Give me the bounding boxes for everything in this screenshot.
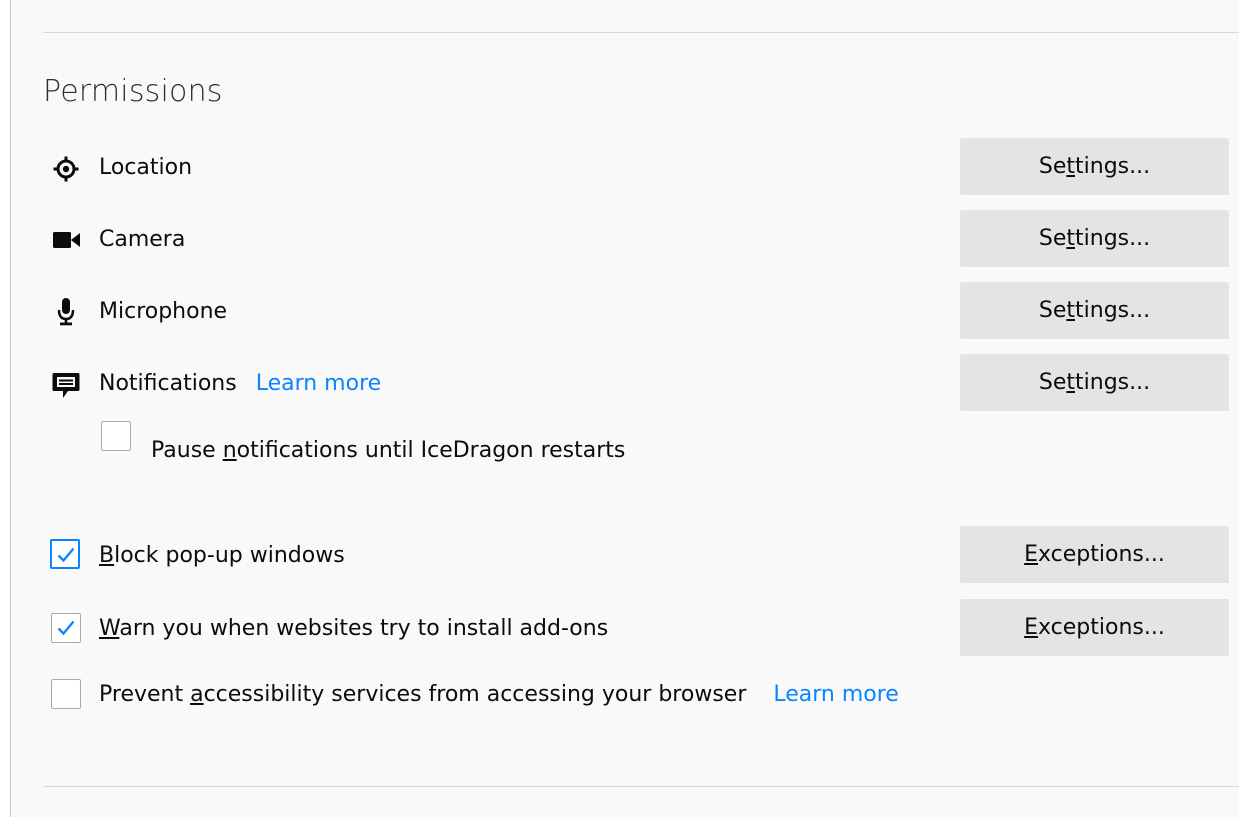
microphone-settings-button[interactable]: Settings... [960, 282, 1229, 339]
location-settings-button[interactable]: Settings... [960, 138, 1229, 195]
pause-notifications-checkbox[interactable] [101, 421, 131, 451]
prevent-accessibility-checkbox[interactable] [51, 679, 81, 709]
prevent-accessibility-label-mnemonic: a [190, 682, 204, 707]
settings-label-pre: Se [1038, 370, 1067, 395]
block-popups-label: Block pop-up windows [99, 541, 345, 571]
top-separator [43, 32, 1239, 33]
settings-label-pre: Se [1038, 298, 1067, 323]
pause-notifications-label-pre: Pause [151, 438, 223, 463]
checkmark-icon [57, 547, 75, 563]
warn-addons-label: Warn you when websites try to install ad… [99, 614, 608, 644]
pause-notifications-label-post: otifications until IceDragon restarts [236, 438, 626, 463]
microphone-icon [57, 298, 75, 326]
block-popups-label-post: lock pop-up windows [114, 543, 345, 568]
section-heading: Permissions [43, 74, 223, 109]
popup-exceptions-button[interactable]: Exceptions... [960, 526, 1229, 583]
pause-notifications-label-mnemonic: n [222, 438, 237, 463]
prevent-accessibility-label-post: ccessibility services from accessing you… [203, 682, 747, 707]
block-popups-checkbox[interactable] [50, 539, 80, 569]
pause-notifications-label: Pause notifications until IceDragon rest… [151, 436, 625, 466]
settings-label-post: tings... [1075, 154, 1151, 179]
location-label: Location [99, 155, 193, 180]
location-icon [53, 156, 79, 182]
exceptions-label-mnemonic: E [1024, 615, 1039, 640]
warn-addons-label-post: arn you when websites try to install add… [119, 616, 609, 641]
settings-label-post: tings... [1075, 298, 1151, 323]
exceptions-label-post: xceptions... [1038, 615, 1165, 640]
addons-exceptions-button[interactable]: Exceptions... [960, 599, 1229, 656]
notifications-row: Notifications Learn more [99, 369, 381, 399]
prevent-accessibility-row: Prevent accessibility services from acce… [99, 680, 899, 710]
bottom-separator [43, 786, 1239, 787]
prevent-accessibility-label-pre: Prevent [99, 682, 191, 707]
permissions-panel: Permissions Location Settings... Camera … [10, 0, 1239, 817]
warn-addons-label-mnemonic: W [99, 616, 120, 641]
prevent-accessibility-label: Prevent accessibility services from acce… [99, 682, 746, 707]
settings-label-mnemonic: t [1066, 226, 1076, 251]
notifications-settings-button[interactable]: Settings... [960, 354, 1229, 411]
settings-label-mnemonic: t [1066, 298, 1076, 323]
camera-settings-button[interactable]: Settings... [960, 210, 1229, 267]
notifications-label: Notifications [99, 371, 237, 396]
notifications-learn-more-link[interactable]: Learn more [256, 371, 381, 396]
settings-label-post: tings... [1075, 370, 1151, 395]
warn-addons-checkbox[interactable] [51, 613, 81, 643]
notification-icon [52, 373, 80, 398]
block-popups-label-mnemonic: B [99, 543, 115, 568]
settings-label-mnemonic: t [1066, 370, 1076, 395]
settings-label-mnemonic: t [1066, 154, 1076, 179]
exceptions-label-mnemonic: E [1024, 542, 1039, 567]
settings-label-pre: Se [1038, 226, 1067, 251]
microphone-label: Microphone [99, 299, 228, 324]
settings-label-pre: Se [1038, 154, 1067, 179]
accessibility-learn-more-link[interactable]: Learn more [773, 682, 898, 707]
camera-icon [53, 232, 80, 248]
exceptions-label-post: xceptions... [1038, 542, 1165, 567]
settings-label-post: tings... [1075, 226, 1151, 251]
camera-label: Camera [99, 227, 186, 252]
checkmark-icon [57, 620, 75, 636]
